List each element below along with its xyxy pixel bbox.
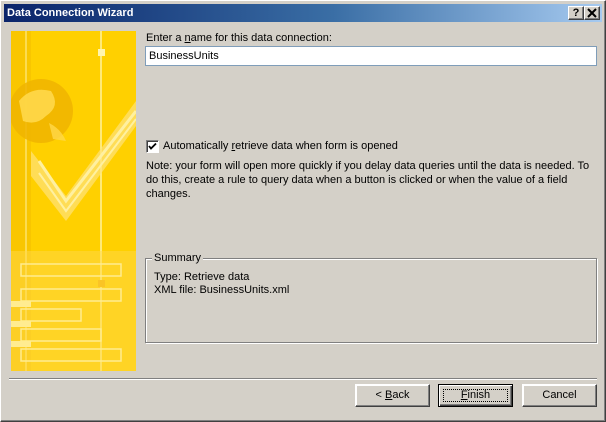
summary-group: Summary Type: Retrieve data XML file: Bu… bbox=[145, 252, 597, 343]
button-separator bbox=[9, 378, 597, 380]
title-bar[interactable]: Data Connection Wizard ? bbox=[4, 4, 602, 22]
back-button[interactable]: < Back bbox=[355, 384, 430, 407]
close-button[interactable] bbox=[584, 6, 600, 20]
globe-checkmark-illustration bbox=[11, 31, 136, 371]
auto-retrieve-label[interactable]: Automatically retrieve data when form is… bbox=[163, 140, 398, 153]
window-title: Data Connection Wizard bbox=[7, 7, 134, 19]
checkmark-icon bbox=[148, 142, 157, 150]
close-icon bbox=[587, 8, 597, 18]
connection-name-input[interactable]: BusinessUnits bbox=[145, 46, 597, 66]
summary-legend: Summary bbox=[152, 252, 204, 265]
finish-button[interactable]: Finish bbox=[438, 384, 513, 407]
wizard-side-graphic bbox=[11, 31, 136, 371]
connection-name-label: Enter a name for this data connection: bbox=[146, 32, 332, 44]
summary-type: Type: Retrieve data bbox=[154, 271, 250, 283]
auto-retrieve-checkbox[interactable] bbox=[146, 140, 159, 153]
summary-xml-file: XML file: BusinessUnits.xml bbox=[154, 284, 290, 296]
help-button[interactable]: ? bbox=[568, 6, 584, 20]
data-connection-wizard-dialog: Data Connection Wizard ? Enter a name fo… bbox=[0, 0, 606, 422]
performance-note: Note: your form will open more quickly i… bbox=[146, 160, 590, 200]
cancel-button[interactable]: Cancel bbox=[522, 384, 597, 407]
